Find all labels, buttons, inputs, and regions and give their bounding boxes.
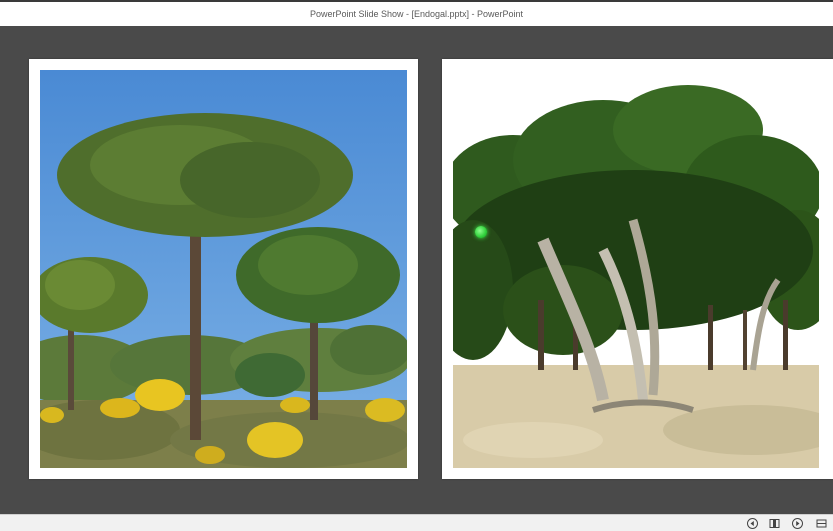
next-slide-icon[interactable] [791, 517, 803, 529]
window-title: PowerPoint Slide Show - [Endogal.pptx] -… [309, 9, 524, 19]
stone-pine-trees-illustration [40, 70, 407, 468]
stone-pine-trees-photo [40, 70, 407, 468]
title-bar: PowerPoint Slide Show - [Endogal.pptx] -… [0, 0, 833, 26]
slide-menu-glyph [769, 518, 779, 528]
pine-forest-illustration [453, 70, 819, 468]
right-photo-frame [442, 59, 833, 479]
view-options-icon[interactable] [815, 517, 827, 529]
previous-slide-glyph [746, 517, 758, 529]
slide-stage[interactable] [0, 26, 833, 514]
slide-show-toolbar [0, 514, 833, 531]
slide-menu-icon[interactable] [768, 517, 780, 529]
previous-slide-icon[interactable] [746, 517, 758, 529]
laser-pointer-icon [475, 226, 487, 238]
next-slide-glyph [791, 517, 803, 529]
pine-forest-photo [453, 70, 819, 468]
left-photo-frame [29, 59, 418, 479]
view-options-glyph [816, 519, 826, 527]
